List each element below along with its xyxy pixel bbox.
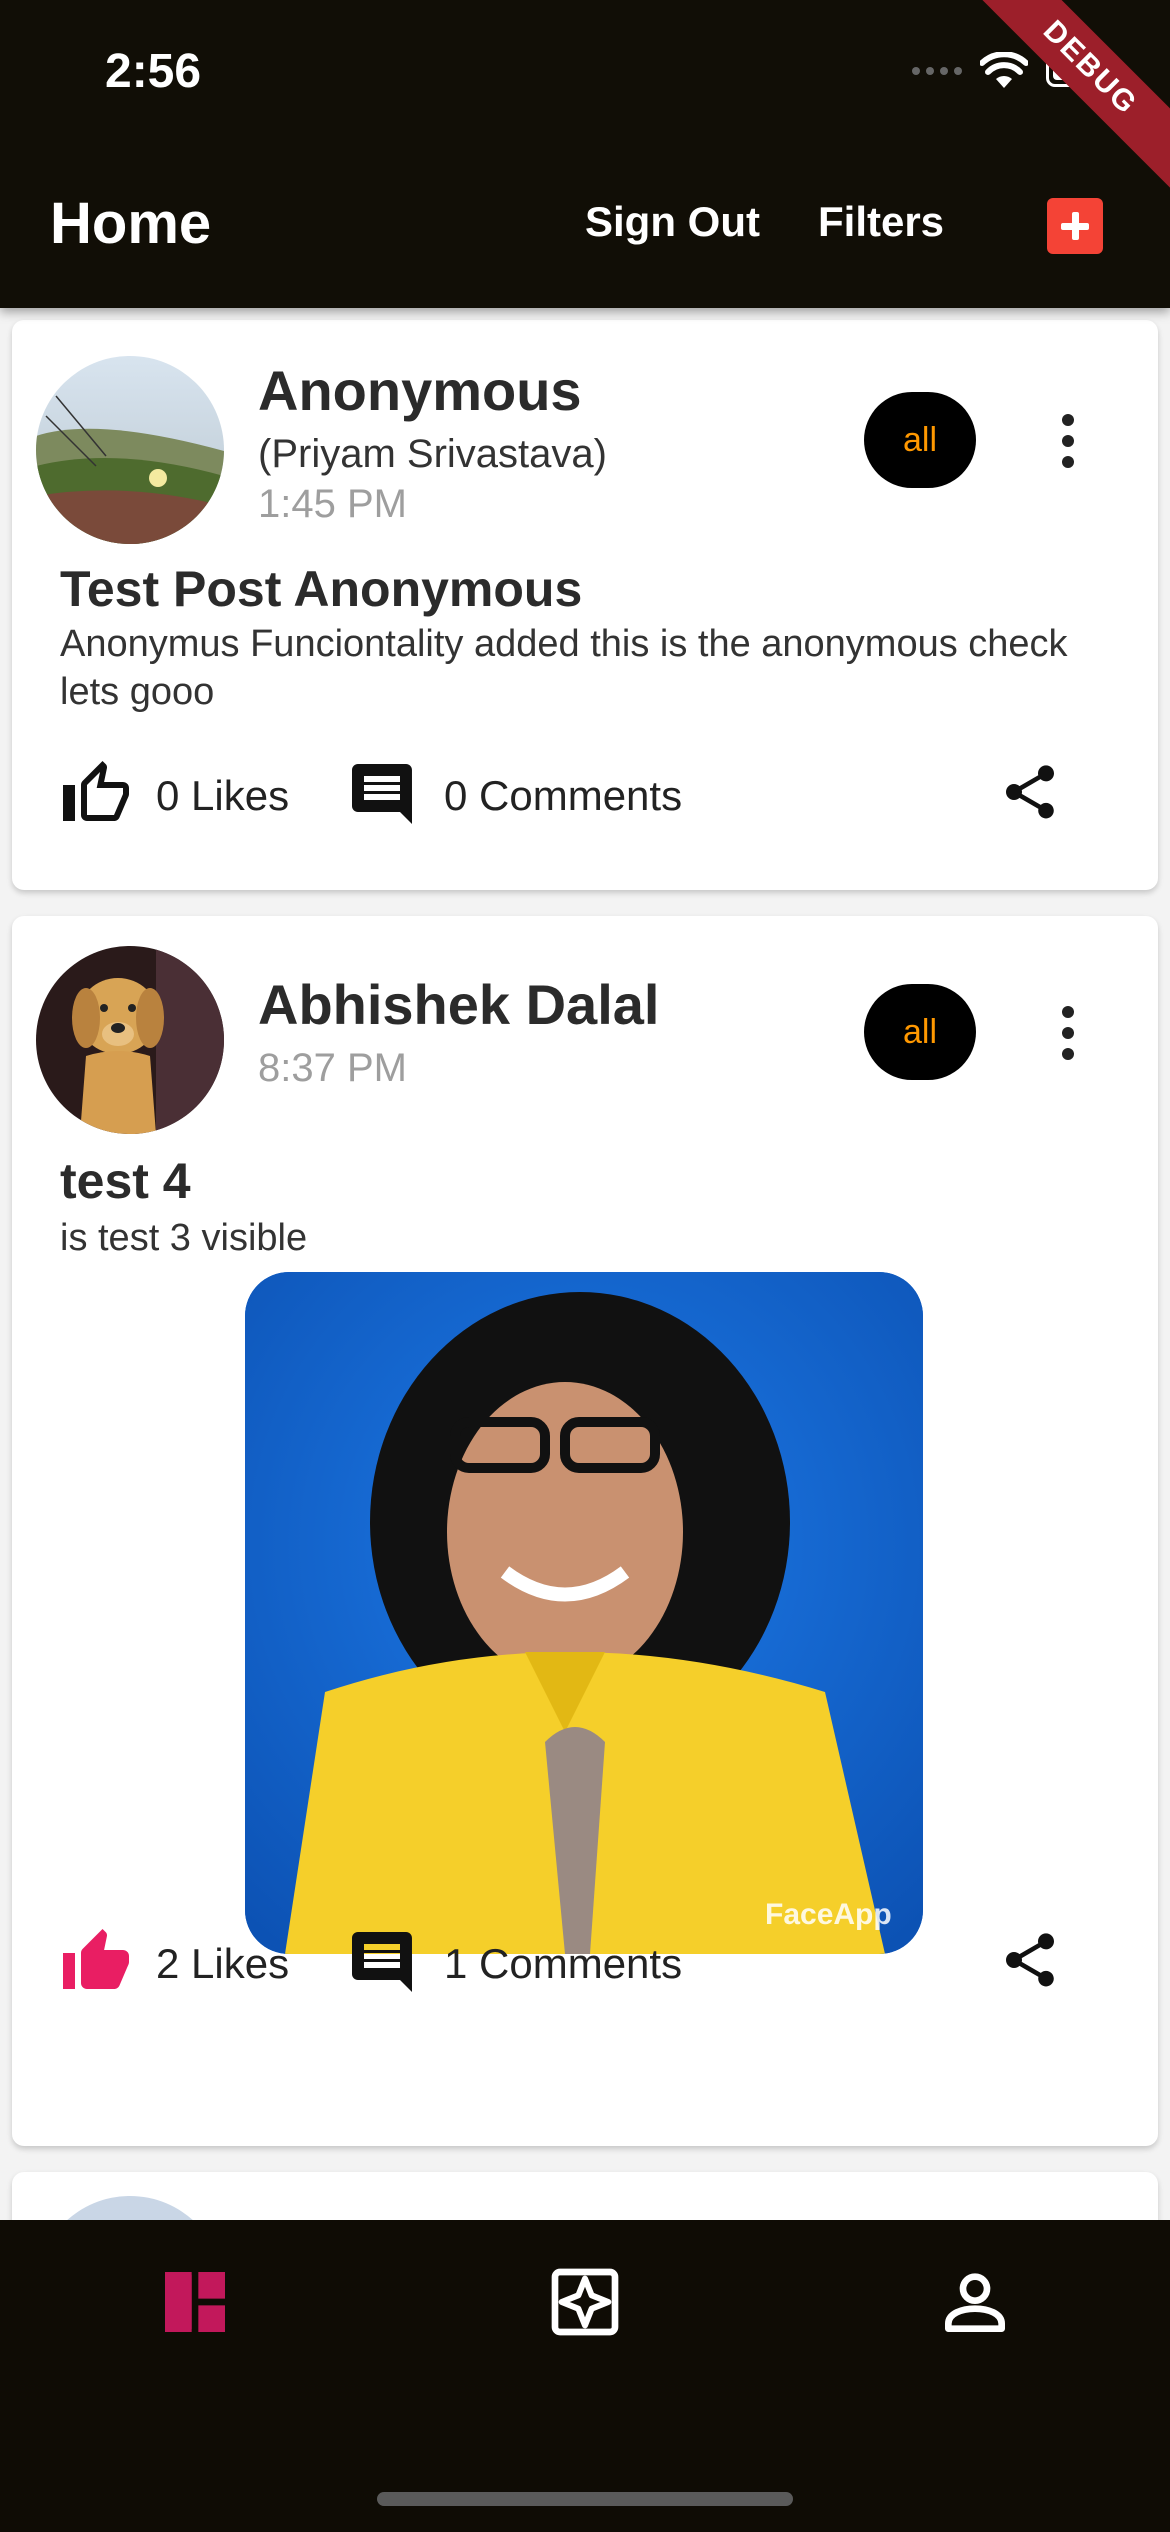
bottom-navigation	[0, 2220, 1170, 2532]
post-time: 1:45 PM	[258, 482, 407, 526]
post-title: Test Post Anonymous	[60, 561, 583, 617]
image-watermark: FaceApp	[765, 1898, 892, 1931]
comment-icon[interactable]	[346, 758, 418, 830]
likes-count[interactable]: 2 Likes	[156, 1940, 289, 1988]
dashboard-icon[interactable]	[155, 2262, 235, 2342]
post-card: Abhishek Dalal 8:37 PM all test 4 is tes…	[12, 916, 1158, 2146]
likes-count[interactable]: 0 Likes	[156, 772, 289, 820]
audience-badge[interactable]: all	[864, 392, 976, 488]
sign-out-button[interactable]: Sign Out	[585, 198, 760, 246]
more-options-icon[interactable]	[1058, 414, 1078, 474]
author-name: Abhishek Dalal	[258, 973, 660, 1036]
author-name: Anonymous	[258, 359, 582, 422]
thumbs-up-outline-icon[interactable]	[60, 758, 132, 830]
debug-ribbon: DEBUG	[964, 0, 1170, 194]
post-card	[12, 2172, 1158, 2220]
signal-icon	[912, 67, 962, 75]
avatar[interactable]	[36, 2196, 224, 2220]
audience-badge[interactable]: all	[864, 984, 976, 1080]
comments-count[interactable]: 0 Comments	[444, 772, 682, 820]
puzzle-icon[interactable]	[545, 2262, 625, 2342]
share-icon[interactable]	[998, 1928, 1062, 1992]
post-body: Anonymus Funciontality added this is the…	[60, 623, 1068, 713]
more-options-icon[interactable]	[1058, 1006, 1078, 1066]
person-icon[interactable]	[935, 2262, 1015, 2342]
wifi-icon	[980, 52, 1028, 88]
add-post-button[interactable]	[1047, 198, 1103, 254]
thumbs-up-filled-icon[interactable]	[60, 1926, 132, 1998]
post-feed[interactable]: Anonymous (Priyam Srivastava) 1:45 PM al…	[0, 308, 1170, 2220]
comments-count[interactable]: 1 Comments	[444, 1940, 682, 1988]
filters-button[interactable]: Filters	[818, 198, 944, 246]
home-indicator[interactable]	[377, 2492, 793, 2506]
status-time: 2:56	[105, 45, 202, 98]
post-title: test 4	[60, 1153, 191, 1209]
post-time: 8:37 PM	[258, 1046, 407, 1090]
post-image[interactable]: FaceApp	[245, 1272, 923, 1954]
avatar[interactable]	[36, 356, 224, 544]
share-icon[interactable]	[998, 760, 1062, 824]
post-body: is test 3 visible	[60, 1217, 308, 1259]
post-card: Anonymous (Priyam Srivastava) 1:45 PM al…	[12, 320, 1158, 890]
author-real-name: (Priyam Srivastava)	[258, 432, 607, 476]
page-title: Home	[50, 191, 212, 256]
comment-icon[interactable]	[346, 1926, 418, 1998]
app-bar: 2:56 DEBUG Home Sign Out Filters	[0, 0, 1170, 308]
avatar[interactable]	[36, 946, 224, 1134]
